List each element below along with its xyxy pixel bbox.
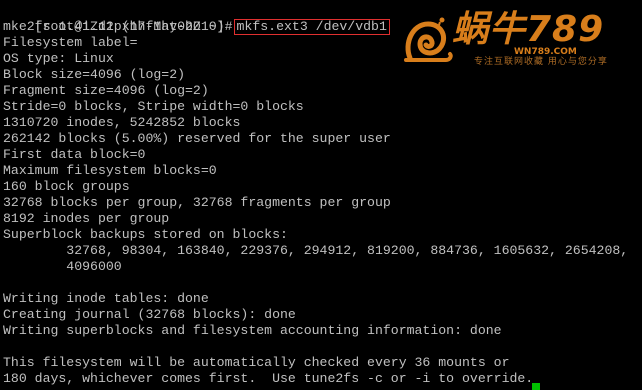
output-line: OS type: Linux (3, 51, 114, 66)
output-line: 262142 blocks (5.00%) reserved for the s… (3, 131, 391, 146)
output-line: 32768 blocks per group, 32768 fragments … (3, 195, 391, 210)
output-line: Writing inode tables: done (3, 291, 209, 306)
output-line: This filesystem will be automatically ch… (3, 355, 510, 370)
output-line: 180 days, whichever comes first. Use tun… (3, 371, 534, 386)
watermark-slogan: 专注互联网收藏 用心与您分享 (474, 57, 608, 67)
command-text: mkfs.ext3 /dev/vdb1 (236, 19, 387, 34)
prompt-line: [root@iZd1pxhhf1ht0bZ ~]# mkfs.ext3 /dev/… (3, 3, 390, 35)
terminal-cursor (532, 383, 540, 390)
output-line: 8192 inodes per group (3, 211, 170, 226)
output-line: Creating journal (32768 blocks): done (3, 307, 296, 322)
output-line: mke2fs 1.41.12 (17-May-2010) (3, 19, 225, 34)
output-line: Superblock backups stored on blocks: (3, 227, 288, 242)
output-line: Fragment size=4096 (log=2) (3, 83, 209, 98)
snail-logo-icon (404, 17, 453, 62)
output-line: First data block=0 (3, 147, 146, 162)
output-line: Writing superblocks and filesystem accou… (3, 323, 502, 338)
output-line: 160 block groups (3, 179, 130, 194)
output-line: 1310720 inodes, 5242852 blocks (3, 115, 241, 130)
output-line: Stride=0 blocks, Stripe width=0 blocks (3, 99, 304, 114)
output-line: 32768, 98304, 163840, 229376, 294912, 81… (3, 243, 629, 258)
output-line: Block size=4096 (log=2) (3, 67, 186, 82)
output-line: Filesystem label= (3, 35, 138, 50)
terminal-window[interactable]: [root@iZd1pxhhf1ht0bZ ~]# mkfs.ext3 /dev/… (0, 0, 642, 390)
command-highlight: mkfs.ext3 /dev/vdb1 (233, 19, 390, 35)
output-line: Maximum filesystem blocks=0 (3, 163, 217, 178)
output-line: 4096000 (3, 259, 122, 274)
watermark-brand: 蜗牛789 (452, 9, 605, 50)
watermark-logo: 蜗牛789 WN789.COM 专注互联网收藏 用心与您分享 (402, 6, 638, 70)
